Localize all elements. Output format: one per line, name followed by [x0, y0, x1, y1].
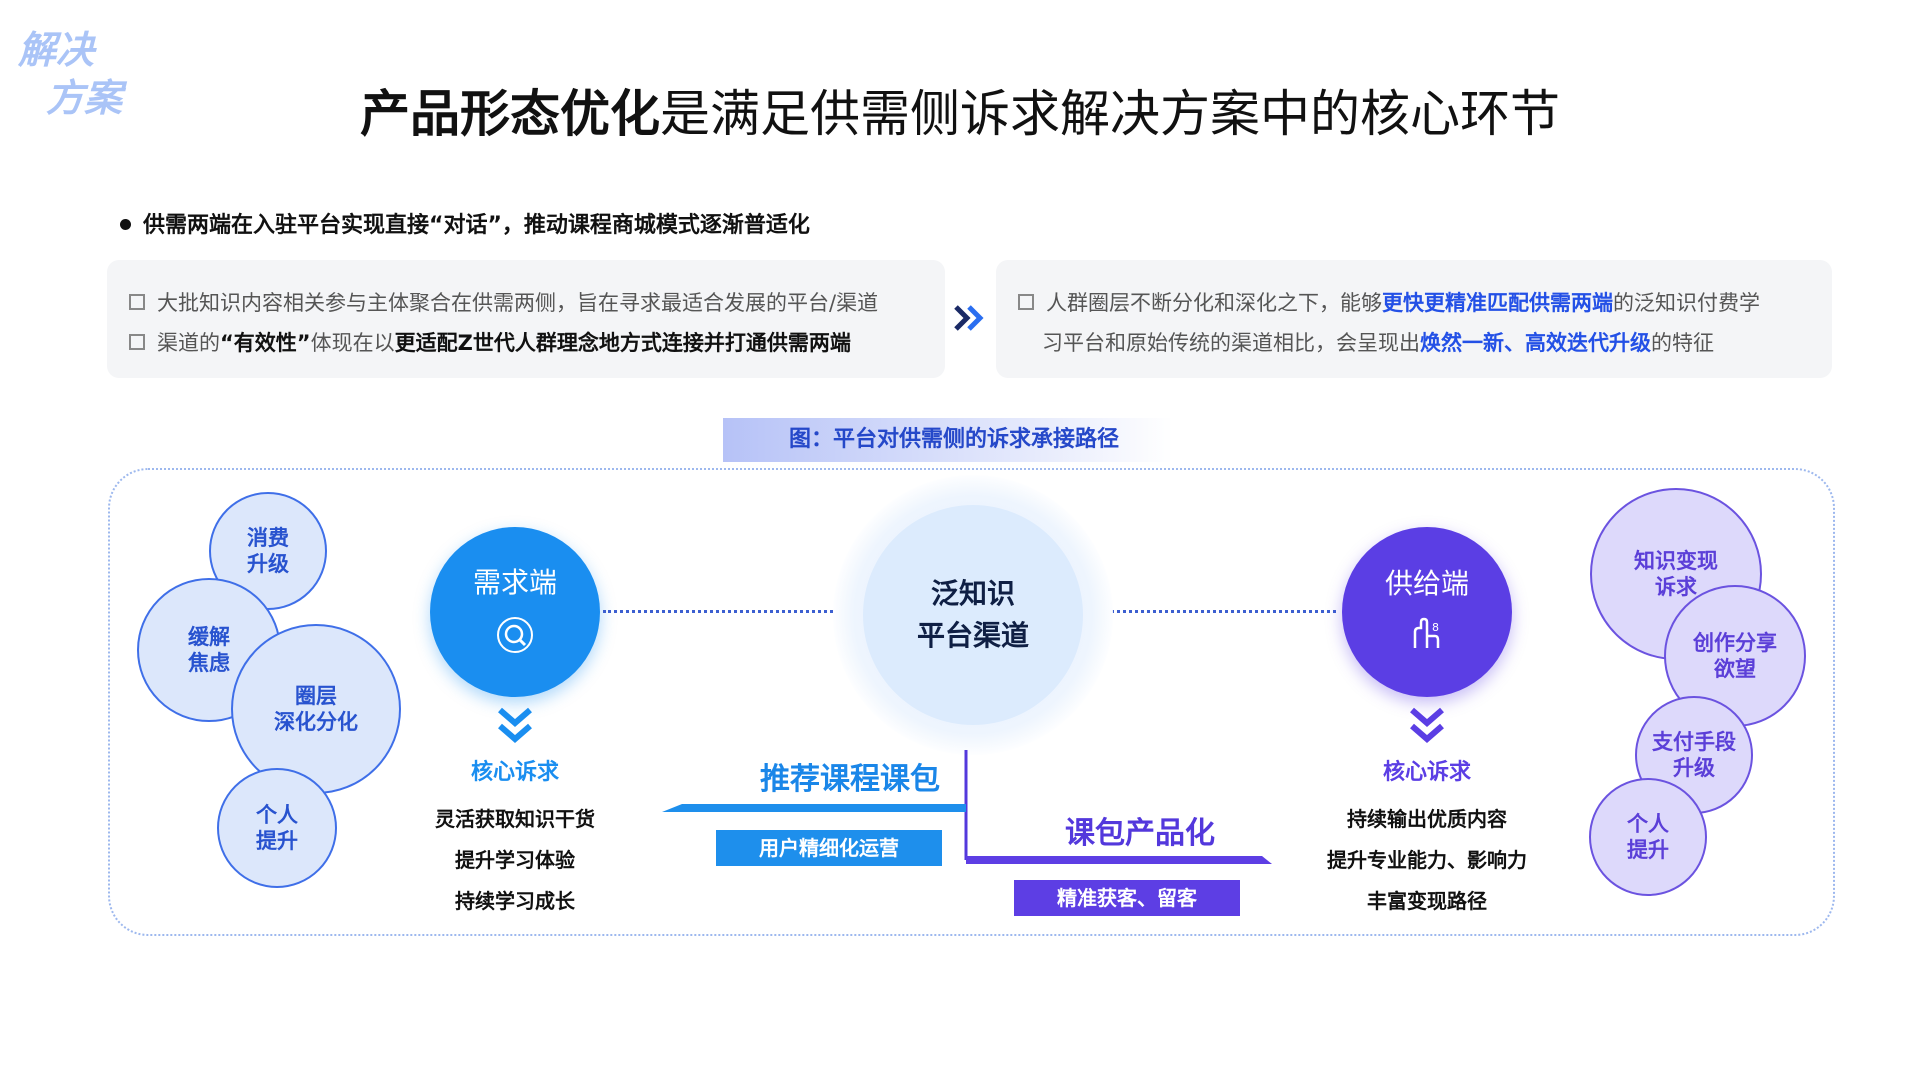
figure-title: 图：平台对供需侧的诉求承接路径	[723, 418, 1173, 462]
path-right-tag: 精准获客、留客	[1014, 880, 1240, 916]
right-card-row-2-c: 的特征	[1651, 331, 1714, 355]
supply-node-label: 供给端	[1384, 567, 1469, 600]
checkbox-square-icon	[1018, 294, 1034, 310]
left-card-row-1-text: 大批知识内容相关参与主体聚合在供需两侧，旨在寻求最适合发展的平台/渠道	[157, 291, 879, 315]
supply-node: 供给端 8	[1342, 527, 1512, 697]
bubble-line: 消费	[247, 526, 289, 550]
section-bullet: 供需两端在入驻平台实现直接“对话”，推动课程商城模式逐渐普适化	[120, 210, 810, 242]
hand-coin-icon: 8	[1407, 614, 1447, 658]
left-card-row-1: 大批知识内容相关参与主体聚合在供需两侧，旨在寻求最适合发展的平台/渠道	[129, 288, 878, 318]
page-title: 产品形态优化是满足供需侧诉求解决方案中的核心环节	[0, 82, 1920, 146]
left-summary-card: 大批知识内容相关参与主体聚合在供需两侧，旨在寻求最适合发展的平台/渠道 渠道的“…	[107, 260, 945, 378]
left-card-row-2-a: 渠道的	[157, 331, 220, 355]
bullet-dot-icon	[120, 218, 131, 230]
demand-node-label: 需求端	[472, 566, 557, 599]
bubble-line: 提升	[1627, 838, 1669, 862]
right-card-row-2: 习平台和原始传统的渠道相比，会呈现出焕然一新、高效迭代升级的特征	[1042, 328, 1714, 358]
bubble-circle-layering: 圈层 深化分化	[231, 624, 401, 794]
bubble-line: 缓解	[188, 625, 230, 649]
supply-down-chevron-icon	[1408, 706, 1446, 750]
page-title-highlight: 产品形态优化	[360, 85, 660, 143]
page-title-rest: 是满足供需侧诉求解决方案中的核心环节	[660, 85, 1560, 143]
demand-node: 需求端	[430, 527, 600, 697]
bubble-line: 支付手段	[1652, 730, 1736, 754]
supply-core-title: 核心诉求	[1382, 760, 1471, 785]
bubble-line: 个人	[256, 803, 298, 827]
corner-tag-line1: 解决	[18, 28, 95, 72]
supply-item: 提升专业能力、影响力	[1327, 848, 1527, 872]
bubble-line: 升级	[1673, 756, 1715, 780]
right-card-row-1-b: 更快更精准匹配供需两端	[1382, 291, 1613, 315]
svg-text:8: 8	[1432, 621, 1439, 634]
bubble-line: 创作分享	[1693, 631, 1777, 655]
dotted-connector-left	[603, 610, 833, 613]
bubble-line: 个人	[1627, 812, 1669, 836]
left-card-row-2-b: “有效性”	[220, 331, 311, 355]
right-card-row-1-c: 的泛知识付费学	[1613, 291, 1760, 315]
demand-down-chevron-icon	[496, 706, 534, 750]
bubble-personal-growth-left: 个人 提升	[217, 768, 337, 888]
bubble-personal-growth-right: 个人 提升	[1589, 778, 1707, 896]
demand-item: 灵活获取知识干货	[435, 807, 595, 831]
path-left-title: 推荐课程课包	[760, 762, 940, 797]
path-right-title: 课包产品化	[1065, 816, 1215, 851]
right-card-row-2-b: 焕然一新、高效迭代升级	[1420, 331, 1651, 355]
demand-item: 持续学习成长	[455, 889, 575, 913]
bubble-line: 提升	[256, 829, 298, 853]
double-chevron-right-icon	[952, 302, 988, 338]
dotted-connector-right	[1106, 610, 1336, 613]
checkbox-square-icon	[129, 294, 145, 310]
left-card-row-2: 渠道的“有效性”体现在以更适配Z世代人群理念地方式连接并打通供需两端	[129, 328, 851, 358]
checkbox-square-icon	[129, 334, 145, 350]
bubble-line: 升级	[247, 552, 289, 576]
bubble-line: 知识变现	[1634, 549, 1718, 573]
bubble-line: 圈层	[295, 684, 337, 708]
right-card-row-1: 人群圈层不断分化和深化之下，能够更快更精准匹配供需两端的泛知识付费学	[1018, 288, 1760, 318]
bubble-line: 欲望	[1714, 657, 1756, 681]
bubble-line: 深化分化	[274, 710, 358, 734]
path-left-tag: 用户精细化运营	[716, 830, 942, 866]
left-card-row-2-d: 更适配Z世代人群理念地方式连接并打通供需两端	[394, 331, 851, 355]
center-line-2: 平台渠道	[916, 619, 1029, 652]
center-line-1: 泛知识	[930, 577, 1015, 610]
right-card-row-1-a: 人群圈层不断分化和深化之下，能够	[1046, 291, 1382, 315]
supply-item: 持续输出优质内容	[1347, 807, 1507, 831]
right-card-row-2-a: 习平台和原始传统的渠道相比，会呈现出	[1042, 331, 1420, 355]
section-bullet-text: 供需两端在入驻平台实现直接“对话”，推动课程商城模式逐渐普适化	[143, 213, 810, 238]
figure-title-text: 图：平台对供需侧的诉求承接路径	[789, 427, 1120, 452]
search-icon	[495, 615, 535, 659]
right-summary-card: 人群圈层不断分化和深化之下，能够更快更精准匹配供需两端的泛知识付费学 习平台和原…	[996, 260, 1832, 378]
demand-item: 提升学习体验	[455, 848, 575, 872]
demand-core-title: 核心诉求	[470, 760, 559, 785]
center-platform-node: 泛知识 平台渠道	[863, 505, 1083, 725]
left-card-row-2-c: 体现在以	[310, 331, 395, 355]
supply-item: 丰富变现路径	[1367, 889, 1487, 913]
bubble-line: 焦虑	[188, 651, 230, 675]
